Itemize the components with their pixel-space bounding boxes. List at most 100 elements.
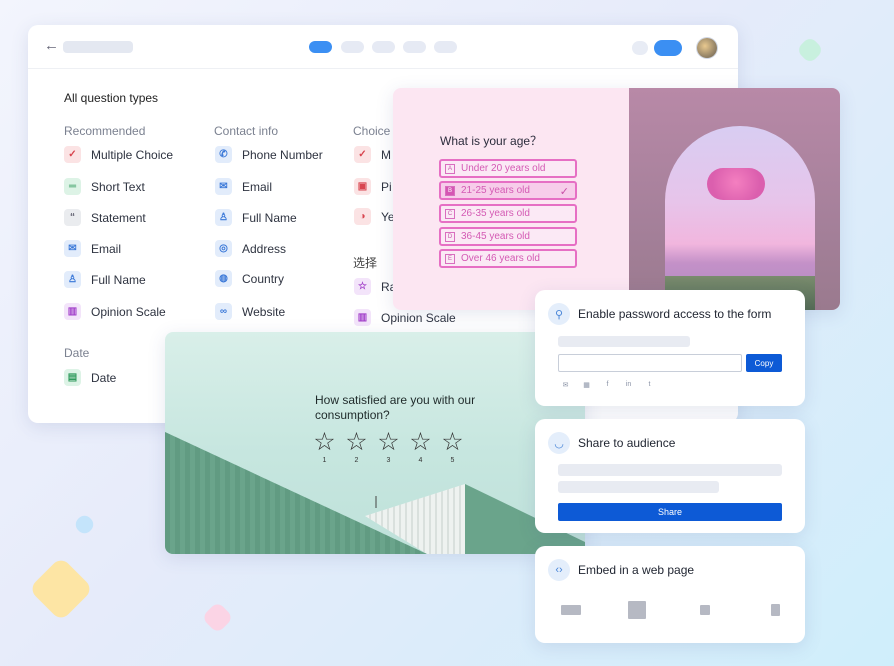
question-type-item[interactable]: ☆ Ra [354,278,396,295]
arch-cloud-artwork [629,88,840,310]
publish-toggle[interactable] [654,40,682,56]
text-placeholder [558,336,690,347]
text-placeholder [558,464,782,476]
step-tab[interactable] [434,41,457,53]
answer-option[interactable]: E Over 46 years old [439,249,577,268]
share-button[interactable]: Share [558,503,782,521]
copy-button[interactable]: Copy [746,354,782,372]
answer-option[interactable]: C 26-35 years old [439,204,577,223]
linkedin-icon[interactable]: in [624,380,633,389]
card-title: Embed in a web page [578,563,695,577]
answer-option[interactable]: D 36-45 years old [439,227,577,246]
category-title-choice: Choice [353,124,391,138]
rating-star[interactable]: ☆ 4 [409,428,432,465]
star-icon: ☆ [354,278,371,295]
star-icon: ☆ [377,428,400,456]
step-tab[interactable] [403,41,426,53]
step-tab-active[interactable] [309,41,332,53]
back-arrow-icon[interactable]: ← [44,38,59,53]
pink-cloud [707,168,765,200]
answer-option[interactable]: A Under 20 years old [439,159,577,178]
rating-star[interactable]: ☆ 3 [377,428,400,465]
code-icon: ‹› [548,559,570,581]
question-type-item[interactable]: ◍ Country [215,270,284,287]
location-pin-icon: ◎ [215,240,232,257]
category-title-contact-info: Contact info [214,124,279,138]
question-text: How satisfied are you with our consumptio… [315,393,476,422]
panel-toolbar: ← [28,25,738,69]
question-type-item[interactable]: ∞ Website [215,303,285,320]
embed-full-page-icon[interactable] [622,596,652,624]
question-type-item[interactable]: ▥ Opinion Scale [354,309,456,326]
check-icon: ✓ [354,146,371,163]
question-type-item[interactable]: ♙ Full Name [64,271,146,288]
satisfaction-question-preview: How satisfied are you with our consumptio… [165,332,585,554]
decor-diamond-pink [201,601,234,634]
question-type-item[interactable]: ♙ Full Name [215,209,297,226]
category-title-recommended: Recommended [64,124,146,138]
embed-standard-icon[interactable] [556,596,586,624]
decor-diamond-blue [72,512,97,537]
question-type-item[interactable]: “Statement [64,209,146,226]
bar-chart-icon: ▥ [64,303,81,320]
question-type-item[interactable]: ▤ Date [64,369,116,386]
mail-icon: ✉ [215,178,232,195]
answer-option-selected[interactable]: B 21-25 years old ✓ [439,181,577,200]
rating-star[interactable]: ☆ 5 [441,428,464,465]
question-type-item[interactable]: ◑ Ye [354,208,395,225]
question-type-item[interactable]: ✉ Email [64,240,121,257]
decor-diamond-yellow [28,556,94,622]
check-icon: ✓ [559,186,569,198]
question-text: What is your age？ [440,134,543,148]
title-placeholder [63,41,133,53]
avatar[interactable] [697,38,717,58]
step-tab[interactable] [341,41,364,53]
question-type-item[interactable]: ▣ Pi [354,178,392,195]
embed-popup-icon[interactable] [690,596,720,624]
mail-icon[interactable]: ✉ [561,380,570,389]
twitter-icon[interactable]: t [645,380,654,389]
question-type-item[interactable]: ✓ Multiple Choice [64,146,173,163]
decor-diamond-green [795,35,825,65]
password-input[interactable] [558,354,742,372]
question-type-item[interactable]: ═ Short Text [64,178,145,195]
link-icon: ⚲ [548,303,570,325]
quote-icon: “ [64,209,81,226]
facebook-icon[interactable]: f [603,380,612,389]
text-placeholder [558,481,719,493]
question-type-item[interactable]: ✉ Email [215,178,272,195]
arch-window [665,126,815,310]
phone-icon: ✆ [215,146,232,163]
question-type-item[interactable]: ✓ M [354,146,391,163]
star-icon: ☆ [409,428,432,456]
rating-star[interactable]: ☆ 1 [313,430,336,465]
question-type-item[interactable]: ◎ Address [215,240,286,257]
person-icon: ♙ [64,271,81,288]
category-title-choice-cn: 选择 [353,256,378,270]
check-icon: ✓ [64,146,81,163]
rating-star[interactable]: ☆ 2 [345,428,368,465]
qr-code-icon[interactable]: ▦ [582,380,591,389]
password-access-card: ⚲ Enable password access to the form Cop… [535,290,805,406]
star-icon: ☆ [345,428,368,456]
link-icon: ∞ [215,303,232,320]
star-rating: ☆ 1 ☆ 2 ☆ 3 ☆ 4 ☆ 5 [313,428,464,465]
yes-no-icon: ◑ [354,208,371,225]
mail-icon: ✉ [64,240,81,257]
question-type-item[interactable]: ▥ Opinion Scale [64,303,166,320]
image-icon: ▣ [354,178,371,195]
age-question-preview: What is your age？ A Under 20 years old B2… [393,88,840,310]
embed-side-panel-icon[interactable] [756,596,786,624]
page-title: All question types [64,91,159,105]
short-text-icon: ═ [64,178,81,195]
embed-card: ‹› Embed in a web page [535,546,805,643]
share-audience-card: ◡ Share to audience Share [535,419,805,533]
step-tab[interactable] [372,41,395,53]
smile-icon: ◡ [548,432,570,454]
question-type-item[interactable]: ✆ Phone Number [215,146,323,163]
toolbar-button[interactable] [632,41,648,55]
share-icons: ✉ ▦ f in t [561,380,654,389]
star-icon: ☆ [441,428,464,456]
person-icon: ♙ [215,209,232,226]
bar-chart-icon: ▥ [354,309,371,326]
